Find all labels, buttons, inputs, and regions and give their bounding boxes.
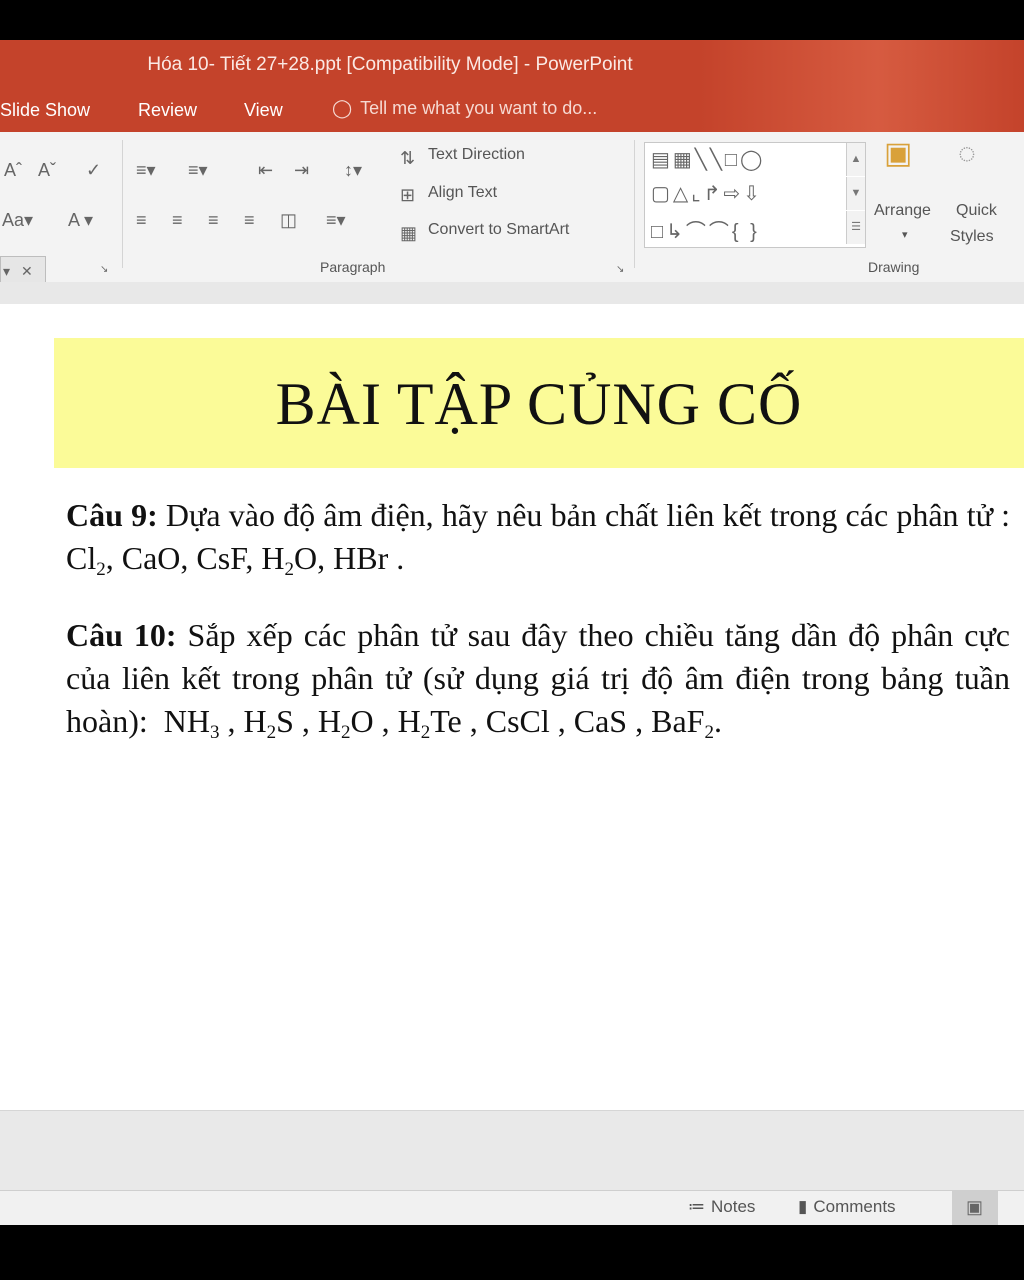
group-separator	[634, 140, 635, 268]
question-10-label: Câu 10:	[66, 617, 177, 653]
comments-label: Comments	[813, 1197, 896, 1216]
tab-view[interactable]: View	[244, 100, 283, 121]
normal-view-button[interactable]: ▣	[952, 1191, 998, 1225]
tab-slide-show[interactable]: Slide Show	[0, 100, 90, 121]
question-10-molecules: NH3 , H2S , H2O , H2Te , CsCl , CaS , Ba…	[155, 703, 722, 743]
font-color-icon[interactable]: A ▾	[68, 210, 93, 230]
slide-canvas[interactable]: BÀI TẬP CỦNG CỐ Câu 9: Dựa vào độ âm điệ…	[0, 304, 1024, 1110]
ribbon: Aˆ Aˇ ✓ Aa▾ A ▾ ≡▾ ≡▾ ⇤ ⇥ ↕▾ ≡ ≡ ≡ ≡ ◫ ≡…	[0, 132, 1024, 283]
notes-area[interactable]	[0, 1110, 1024, 1191]
shrink-font-icon[interactable]: Aˇ	[38, 160, 56, 180]
paragraph-group-label: Paragraph	[320, 259, 386, 275]
gallery-more-icon[interactable]: ☰	[846, 211, 865, 244]
notes-button[interactable]: ≔ Notes	[688, 1197, 755, 1217]
clear-formatting-icon[interactable]: ✓	[86, 160, 101, 180]
canvas-margin	[0, 282, 1024, 304]
numbering-icon[interactable]: ≡▾	[188, 160, 208, 180]
gallery-scroll-down-icon[interactable]: ▼	[846, 177, 865, 210]
tell-me-box[interactable]: ◯ Tell me what you want to do...	[332, 98, 597, 119]
smartart-icon[interactable]: ▦	[400, 223, 417, 243]
arrange-dropdown-icon[interactable]: ▾	[902, 228, 908, 241]
shapes-row: □↳⌒⌒{ }	[651, 221, 760, 243]
align-text-button[interactable]: Align Text	[428, 184, 497, 202]
title-bar: Hóa 10- Tiết 27+28.ppt [Compatibility Mo…	[0, 40, 1024, 132]
close-icon[interactable]: ✕	[21, 261, 33, 281]
bullets-icon[interactable]: ≡▾	[136, 160, 156, 180]
shapes-gallery[interactable]: ▤▦╲╲□◯ ▢△⌞↱⇨⇩ □↳⌒⌒{ } ▲ ▼ ☰	[644, 142, 866, 248]
tell-me-placeholder: Tell me what you want to do...	[360, 98, 598, 118]
notes-icon: ≔	[688, 1197, 705, 1216]
question-10[interactable]: Câu 10: Sắp xếp các phân tử sau đây theo…	[66, 614, 1010, 743]
align-text-dropdown-icon[interactable]: ≡▾	[326, 210, 346, 230]
drawing-group-label: Drawing	[868, 259, 920, 275]
tab-review[interactable]: Review	[138, 100, 197, 121]
slide-title: BÀI TẬP CỦNG CỐ	[275, 371, 803, 437]
align-text-icon[interactable]: ⊞	[400, 185, 415, 205]
question-9-label: Câu 9:	[66, 497, 158, 533]
group-separator	[122, 140, 123, 268]
question-9-text: Dựa vào độ âm điện, hãy nêu bản chất liê…	[165, 497, 1010, 533]
shapes-row: ▢△⌞↱⇨⇩	[651, 183, 763, 205]
justify-icon[interactable]: ≡	[244, 210, 255, 230]
arrange-icon[interactable]: ▣	[884, 139, 912, 169]
normal-view-icon: ▣	[966, 1197, 984, 1217]
quick-styles-button-line1[interactable]: Quick	[956, 202, 997, 220]
pane-menu-icon[interactable]: ▾	[3, 261, 10, 281]
question-9[interactable]: Câu 9: Dựa vào độ âm điện, hãy nêu bản c…	[66, 494, 1010, 580]
align-center-icon[interactable]: ≡	[172, 210, 183, 230]
window-title: Hóa 10- Tiết 27+28.ppt [Compatibility Mo…	[147, 54, 633, 75]
shapes-row: ▤▦╲╲□◯	[651, 149, 766, 171]
decrease-indent-icon[interactable]: ⇤	[258, 160, 273, 180]
line-spacing-icon[interactable]: ↕▾	[344, 160, 362, 180]
paragraph-dialog-launcher-icon[interactable]: ↘	[616, 260, 624, 280]
comment-icon: ▮	[798, 1197, 808, 1216]
align-right-icon[interactable]: ≡	[208, 210, 219, 230]
font-dialog-launcher-icon[interactable]: ↘	[100, 260, 108, 280]
question-9-molecules: Cl2, CaO, CsF, H2O, HBr .	[66, 540, 405, 580]
align-left-icon[interactable]: ≡	[136, 210, 147, 230]
quick-styles-icon[interactable]: ◌	[958, 139, 976, 169]
quick-styles-button-line2[interactable]: Styles	[950, 228, 994, 246]
columns-icon[interactable]: ◫	[280, 210, 297, 230]
lightbulb-icon: ◯	[332, 98, 353, 118]
text-direction-icon[interactable]: ⇅	[400, 148, 415, 168]
gallery-scroll-up-icon[interactable]: ▲	[846, 143, 865, 176]
change-case-icon[interactable]: Aa▾	[2, 210, 33, 230]
notes-label: Notes	[711, 1197, 756, 1216]
increase-indent-icon[interactable]: ⇥	[294, 160, 309, 180]
slide-title-box[interactable]: BÀI TẬP CỦNG CỐ	[54, 338, 1024, 468]
convert-smartart-button[interactable]: Convert to SmartArt	[428, 221, 569, 239]
text-direction-button[interactable]: Text Direction	[428, 146, 525, 164]
status-bar: ≔ Notes ▮ Comments ▣	[0, 1190, 1024, 1225]
comments-button[interactable]: ▮ Comments	[798, 1197, 896, 1217]
grow-font-icon[interactable]: Aˆ	[4, 160, 22, 180]
arrange-button[interactable]: Arrange	[874, 202, 931, 220]
